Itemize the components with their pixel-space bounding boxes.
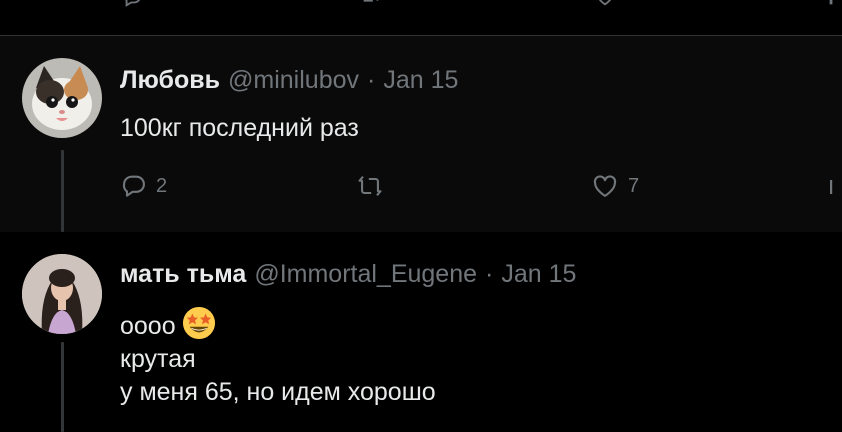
thread-line xyxy=(61,150,64,232)
tweet-text: 100кг последний раз xyxy=(120,112,359,145)
user-handle[interactable]: @minilubov xyxy=(228,66,359,95)
thread-line xyxy=(61,342,64,432)
display-name[interactable]: мать тьма xyxy=(120,260,246,289)
reply-icon[interactable] xyxy=(122,0,144,8)
views-icon[interactable] xyxy=(826,0,842,8)
like-count: 7 xyxy=(628,174,640,197)
tweet-text-line: 100кг последний раз xyxy=(120,114,359,142)
tweet-text-fragment: оооо xyxy=(120,312,176,340)
like-button[interactable]: 7 xyxy=(590,172,639,200)
views-icon xyxy=(830,180,833,194)
reply-count: 2 xyxy=(156,174,168,197)
tweet-text-line: оооо xyxy=(120,306,436,343)
tweet-text-line: у меня 65, но идем хорошо xyxy=(120,378,436,406)
heart-icon xyxy=(593,175,617,197)
tweet-actions: 2 7 xyxy=(120,172,842,206)
views-button[interactable] xyxy=(826,172,842,200)
reply-icon xyxy=(122,175,145,197)
tweet-text: оооо крутая у меня 65, но идем хорошо xyxy=(120,306,436,409)
tweet[interactable]: Любовь @minilubov · Jan 15 100кг последн… xyxy=(0,36,842,232)
separator-dot: · xyxy=(485,260,494,288)
display-name[interactable]: Любовь xyxy=(120,66,220,95)
heart-icon[interactable] xyxy=(594,0,616,8)
tweet-header: Любовь @minilubov · Jan 15 xyxy=(120,66,458,95)
avatar[interactable] xyxy=(22,58,102,138)
tweet-header: мать тьма @Immortal_Eugene · Jan 15 xyxy=(120,260,576,289)
avatar[interactable] xyxy=(22,254,102,334)
person-avatar-image xyxy=(22,254,102,334)
separator-dot: · xyxy=(367,66,376,94)
reply-button[interactable]: 2 xyxy=(120,172,167,200)
kitten-avatar-image xyxy=(22,58,102,138)
tweet-date[interactable]: Jan 15 xyxy=(501,260,576,289)
retweet-icon[interactable] xyxy=(360,0,382,8)
star-struck-emoji xyxy=(182,306,215,340)
previous-tweet-actions xyxy=(0,0,842,36)
tweet-text-line: крутая xyxy=(120,345,196,373)
retweet-icon xyxy=(358,175,382,197)
user-handle[interactable]: @Immortal_Eugene xyxy=(254,260,477,289)
retweet-button[interactable] xyxy=(356,172,392,200)
tweet[interactable]: мать тьма @Immortal_Eugene · Jan 15 оооо… xyxy=(0,232,842,432)
tweet-date[interactable]: Jan 15 xyxy=(383,66,458,95)
